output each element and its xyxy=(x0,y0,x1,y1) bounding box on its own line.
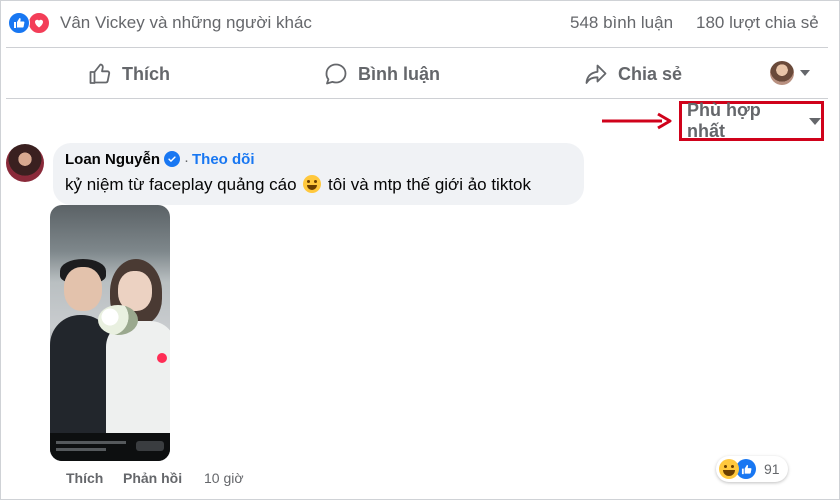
comment-author[interactable]: Loan Nguyễn xyxy=(65,151,160,168)
thumbs-up-icon xyxy=(89,63,111,84)
sort-dropdown[interactable]: Phù hợp nhất xyxy=(679,100,824,141)
avatar xyxy=(770,61,794,85)
share-icon xyxy=(585,64,607,84)
comment-reply-button[interactable]: Phản hồi xyxy=(123,470,182,486)
comment-reactions[interactable]: 91 xyxy=(716,456,788,482)
heart-icon xyxy=(157,353,167,363)
share-label: Chia sẻ xyxy=(618,63,683,84)
like-icon xyxy=(736,459,756,479)
comment-timestamp[interactable]: 10 giờ xyxy=(204,470,244,486)
reactors-names[interactable]: Vân Vickey và những người khác xyxy=(60,13,312,33)
reaction-as-selector[interactable] xyxy=(770,61,810,85)
comment-text: kỷ niệm từ faceplay quảng cáo tôi và mtp… xyxy=(65,175,531,195)
like-icon xyxy=(8,12,30,34)
comment-count[interactable]: 548 bình luận xyxy=(570,13,673,33)
comment-icon xyxy=(325,63,347,85)
like-button[interactable]: Thích xyxy=(88,58,170,90)
grinning-sweat-emoji-icon xyxy=(303,175,322,193)
comment-text-before: kỷ niệm từ faceplay quảng cáo xyxy=(65,175,297,194)
reaction-icons[interactable] xyxy=(8,12,52,34)
comment-text-after: tôi và mtp thế giới ảo tiktok xyxy=(328,175,532,194)
share-button[interactable]: Chia sẻ xyxy=(584,58,682,90)
comment-bubble: Loan Nguyễn · Theo dõi kỷ niệm từ facepl… xyxy=(53,143,584,205)
caret-down-icon xyxy=(809,117,821,125)
reaction-count: 91 xyxy=(764,461,780,477)
sort-label: Phù hợp nhất xyxy=(687,100,761,141)
like-label: Thích xyxy=(122,63,170,84)
verified-badge-icon xyxy=(164,151,180,167)
follow-button[interactable]: Theo dõi xyxy=(192,151,255,168)
commenter-avatar[interactable] xyxy=(6,144,44,182)
comment-button[interactable]: Bình luận xyxy=(324,58,440,90)
comment-label: Bình luận xyxy=(358,63,440,84)
comment-attachment-image[interactable] xyxy=(50,205,170,461)
divider xyxy=(6,98,828,99)
caret-down-icon xyxy=(800,70,810,76)
separator-dot: · xyxy=(184,152,189,169)
love-icon xyxy=(28,12,50,34)
reaction-summary: Vân Vickey và những người khác 548 bình … xyxy=(0,0,840,46)
comment-like-button[interactable]: Thích xyxy=(66,470,103,486)
haha-icon xyxy=(719,459,739,479)
divider xyxy=(6,47,828,48)
share-count[interactable]: 180 lượt chia sẻ xyxy=(696,13,819,33)
annotation-arrow-icon xyxy=(602,112,672,130)
